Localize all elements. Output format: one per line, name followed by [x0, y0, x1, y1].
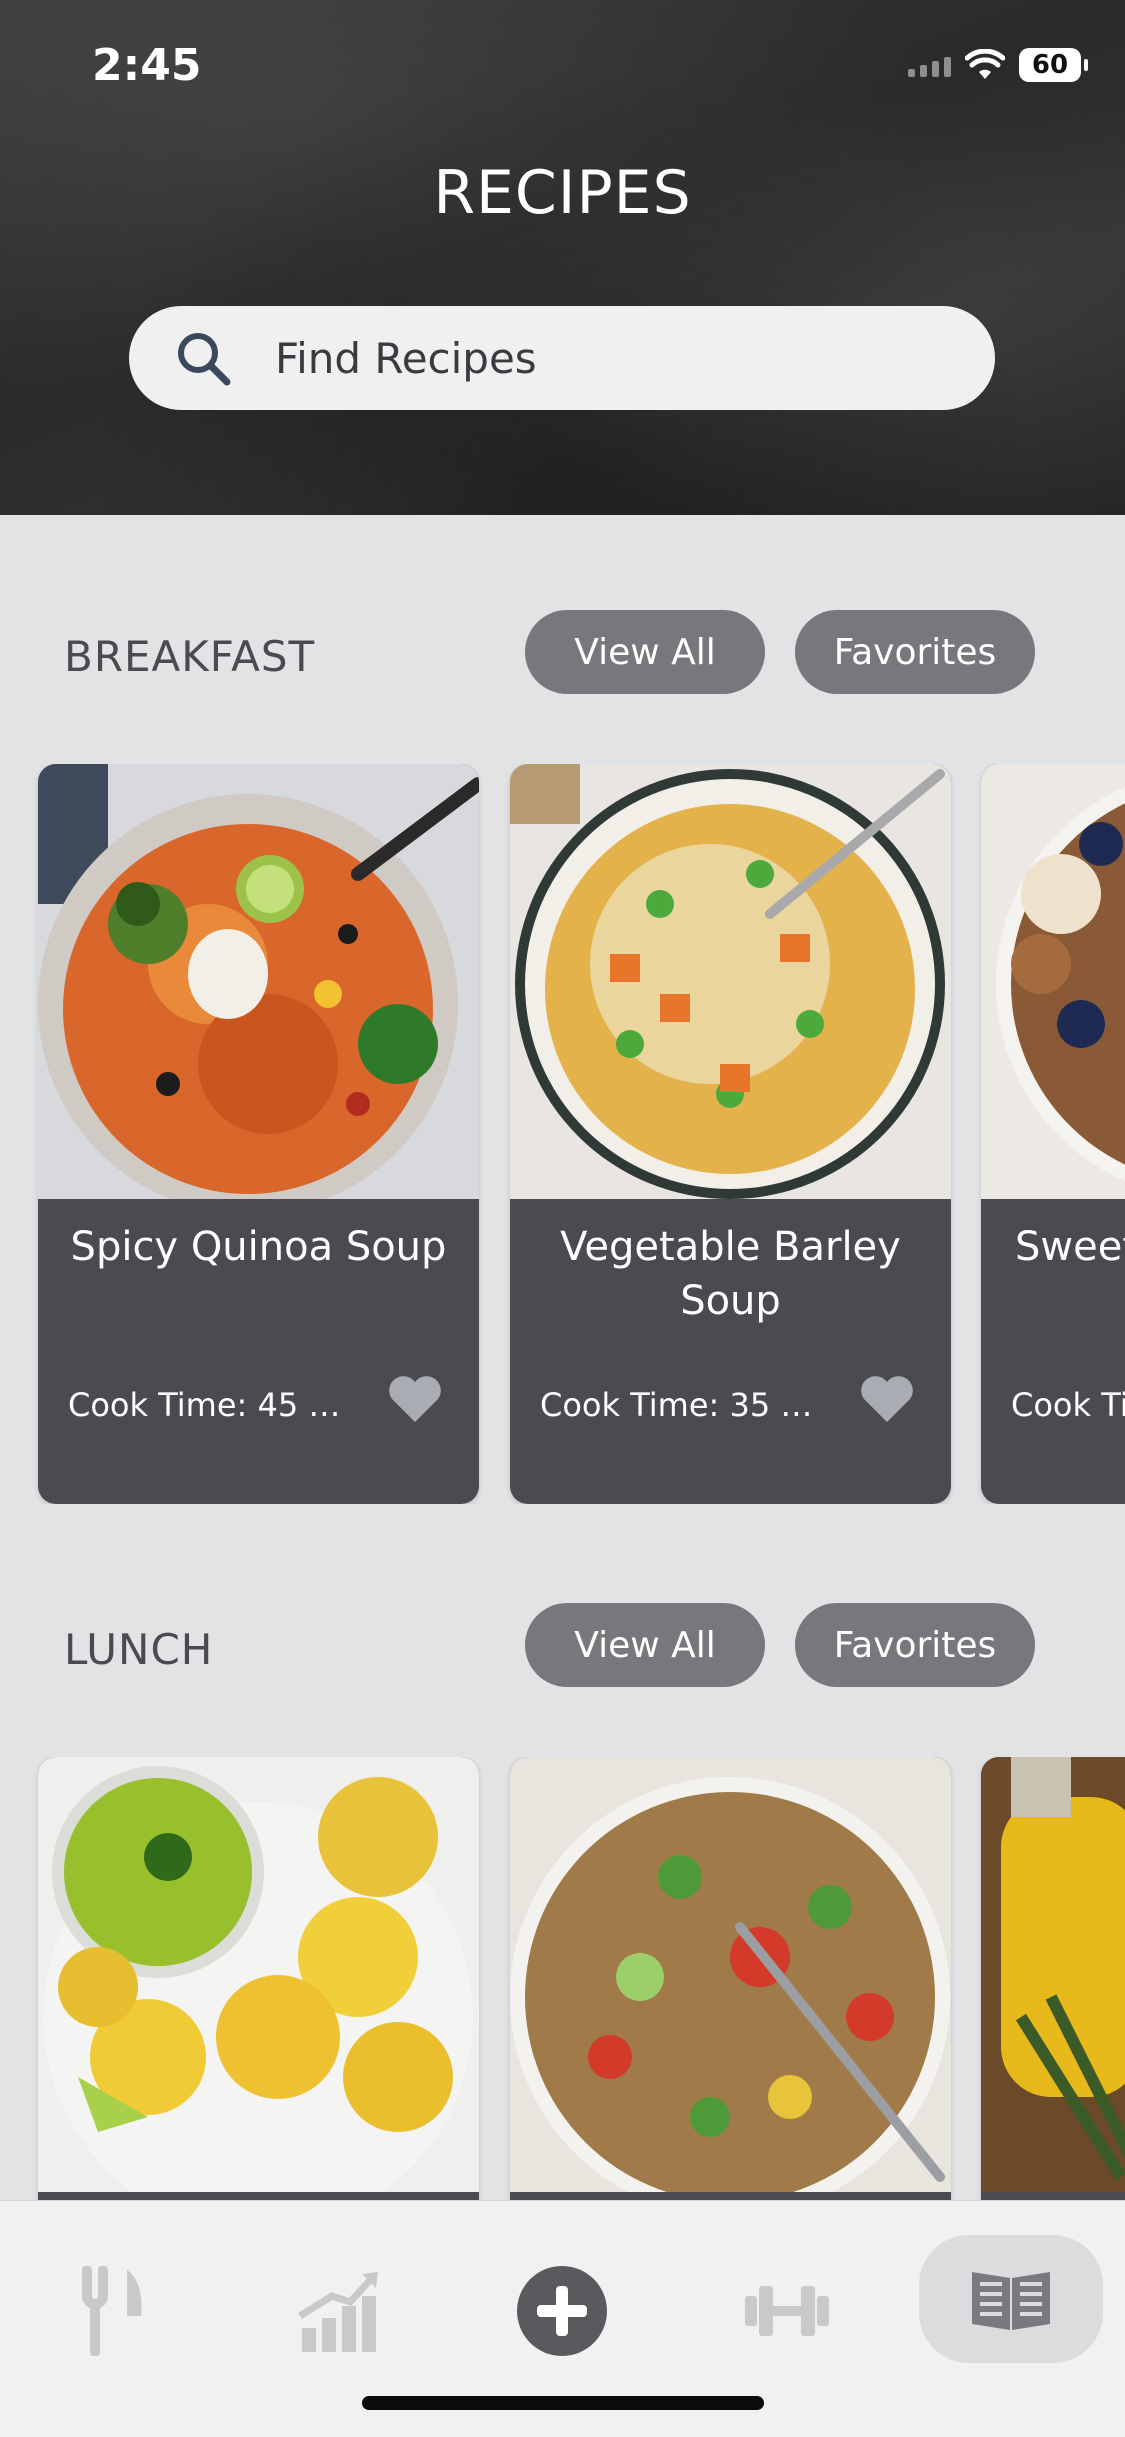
wifi-icon [965, 49, 1005, 79]
status-time: 2:45 [92, 40, 202, 91]
section-lunch-header: LUNCH View All Favorites [0, 1603, 1125, 1687]
recipe-card[interactable] [981, 1757, 1125, 2200]
section-title: LUNCH [64, 1625, 214, 1674]
recipe-photo [510, 764, 951, 1199]
tab-recipes[interactable] [919, 2235, 1103, 2363]
recipe-name: Vegetable Barley Soup [560, 1224, 901, 1324]
header: 2:45 60 RECIPES Find Recipes [0, 0, 1125, 515]
recipe-photo [981, 764, 1125, 1199]
recipe-card[interactable]: Spicy Quinoa Soup Cook Time: 45 m... [38, 764, 479, 1504]
signal-icon [908, 53, 951, 77]
trending-chart-icon [298, 2272, 378, 2352]
tab-workouts[interactable] [737, 2261, 837, 2361]
recipe-card[interactable] [38, 1757, 479, 2200]
heart-icon[interactable] [859, 1374, 915, 1424]
favorites-button[interactable]: Favorites [795, 1603, 1035, 1687]
heart-icon[interactable] [387, 1374, 443, 1424]
recipe-book-icon [972, 2272, 1050, 2330]
recipe-card[interactable] [510, 1757, 951, 2200]
recipe-card[interactable]: Sweet Brea Cook Ti [981, 764, 1125, 1504]
favorites-button[interactable]: Favorites [795, 610, 1035, 694]
fork-knife-icon [82, 2266, 142, 2356]
view-all-button[interactable]: View All [525, 1603, 765, 1687]
recipe-photo [38, 1757, 479, 2192]
recipe-photo [981, 1757, 1125, 2192]
tab-add[interactable] [512, 2261, 612, 2361]
plus-circle-icon [517, 2266, 607, 2356]
recipe-photo [38, 764, 479, 1199]
cook-time: Cook Time: 45 m... [68, 1386, 368, 1424]
section-breakfast-header: BREAKFAST View All Favorites [0, 610, 1125, 694]
home-indicator [362, 2396, 764, 2410]
lunch-carousel[interactable] [0, 1757, 1125, 2200]
view-all-button[interactable]: View All [525, 610, 765, 694]
search-icon [178, 333, 231, 386]
breakfast-carousel[interactable]: Spicy Quinoa Soup Cook Time: 45 m... Veg… [0, 764, 1125, 1504]
dumbbell-icon [745, 2286, 829, 2336]
recipe-card[interactable]: Vegetable Barley Soup Cook Time: 35 m... [510, 764, 951, 1504]
recipe-photo [510, 1757, 951, 2192]
tab-progress[interactable] [287, 2261, 387, 2361]
page-title: RECIPES [433, 158, 692, 228]
cook-time: Cook Ti [1011, 1386, 1125, 1424]
status-icons: 60 [908, 48, 1088, 82]
recipe-name: Spicy Quinoa Soup [70, 1224, 447, 1270]
recipe-name: Sweet Brea [1015, 1224, 1125, 1270]
tab-food[interactable] [62, 2261, 162, 2361]
battery-icon: 60 [1019, 48, 1088, 82]
search-input[interactable]: Find Recipes [129, 306, 995, 410]
section-title: BREAKFAST [64, 632, 316, 681]
cook-time: Cook Time: 35 m... [540, 1386, 840, 1424]
search-placeholder: Find Recipes [275, 333, 537, 383]
